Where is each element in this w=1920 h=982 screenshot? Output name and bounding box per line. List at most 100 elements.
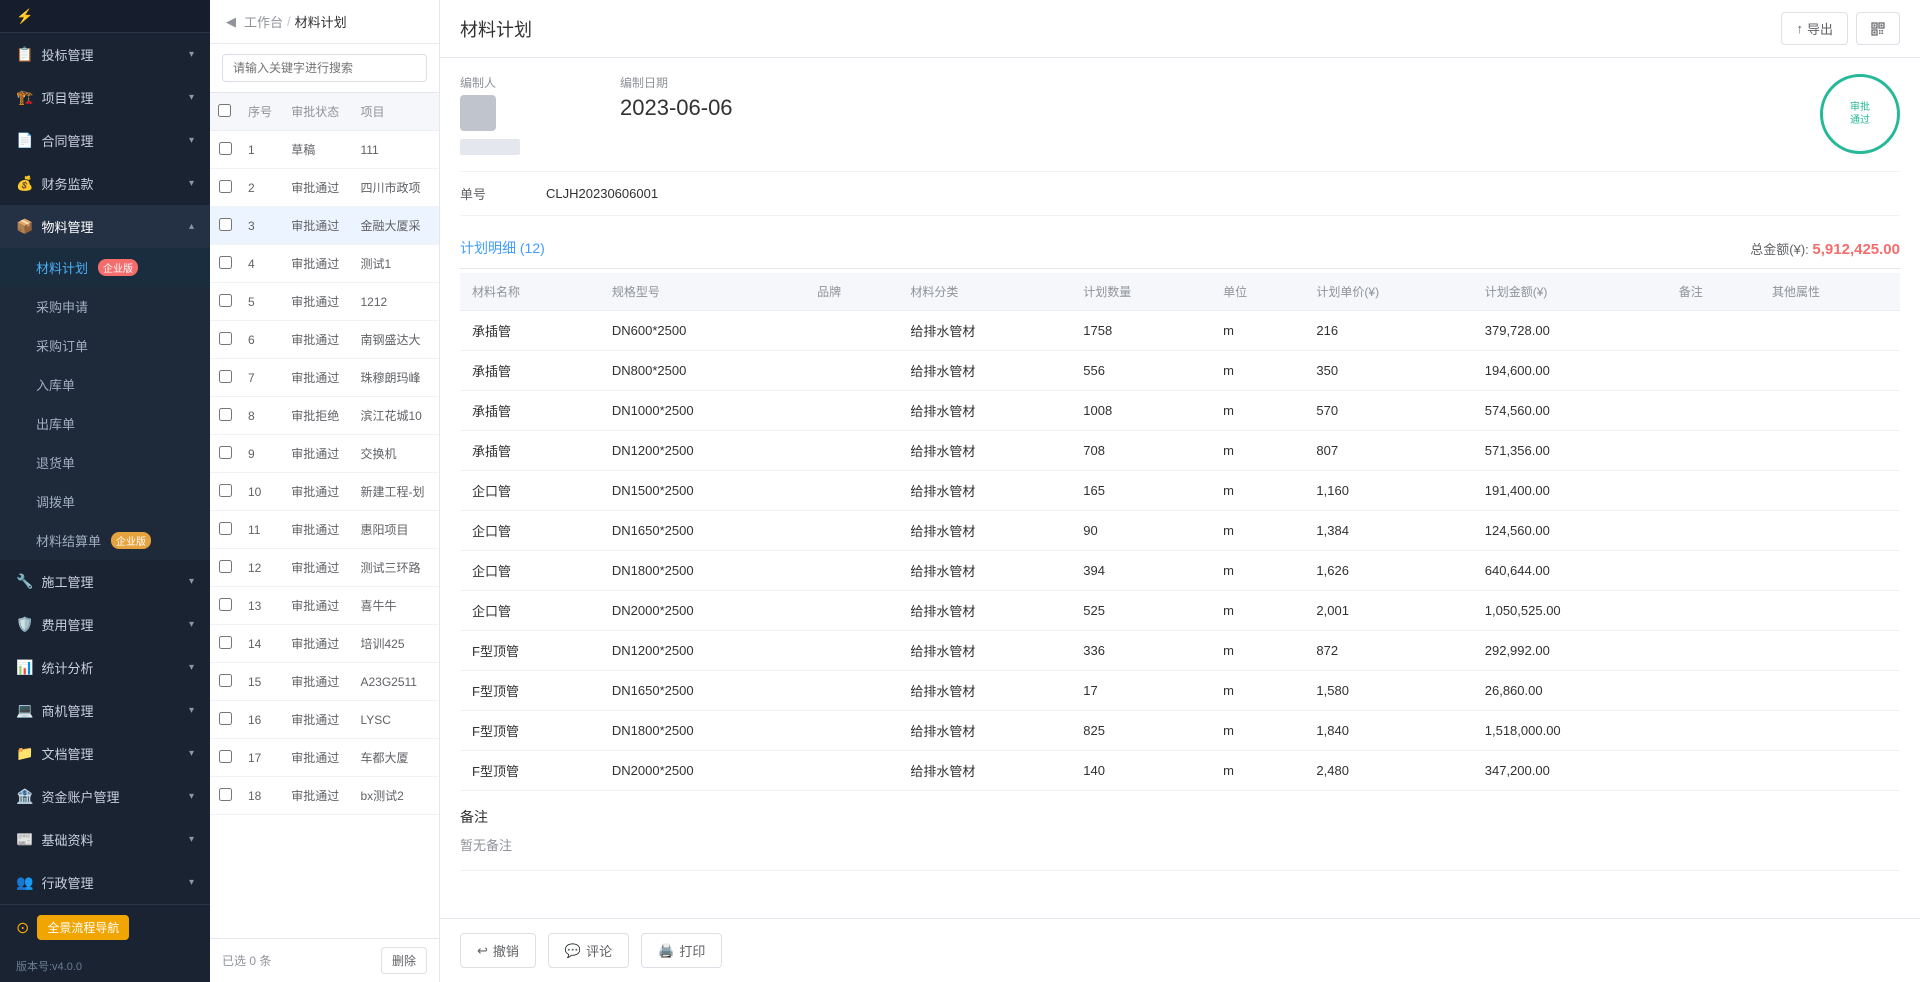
row-checkbox[interactable] [219, 712, 232, 725]
list-item[interactable]: 10 审批通过 新建工程-划 [210, 473, 439, 511]
list-item[interactable]: 13 审批通过 喜牛牛 [210, 587, 439, 625]
list-item[interactable]: 7 审批通过 珠穆朗玛峰 [210, 359, 439, 397]
list-item[interactable]: 11 审批通过 惠阳项目 [210, 511, 439, 549]
select-all-checkbox[interactable] [218, 104, 231, 117]
row-checkbox[interactable] [219, 408, 232, 421]
list-item[interactable]: 16 审批通过 LYSC [210, 701, 439, 739]
sidebar-item-bidding[interactable]: 📋 投标管理 ▾ [0, 33, 210, 76]
sidebar-item-purchase-order[interactable]: 采购订单 [0, 326, 210, 365]
sidebar-item-hr[interactable]: 👥 行政管理 ▾ [0, 861, 210, 904]
user-avatar [460, 95, 496, 131]
list-item[interactable]: 8 审批拒绝 滨江花城10 [210, 397, 439, 435]
print-button[interactable]: 🖨️ 打印 [641, 933, 722, 968]
row-checkbox[interactable] [219, 180, 232, 193]
list-item[interactable]: 1 草稿 111 [210, 131, 439, 169]
row-checkbox[interactable] [219, 788, 232, 801]
row-checkbox[interactable] [219, 142, 232, 155]
sidebar-item-stats[interactable]: 📊 统计分析 ▾ [0, 646, 210, 689]
sidebar-item-construction[interactable]: 🔧 施工管理 ▾ [0, 560, 210, 603]
row-project: 惠阳项目 [352, 511, 439, 549]
detail-col-header: 规格型号 [600, 273, 805, 311]
row-project: 1212 [352, 283, 439, 321]
row-checkbox[interactable] [219, 522, 232, 535]
chevron-down-icon: ▾ [189, 619, 194, 630]
list-item[interactable]: 12 审批通过 测试三环路 [210, 549, 439, 587]
content-area: ◀ 工作台 / 材料计划 序号 审批状态 [210, 0, 1920, 982]
row-checkbox[interactable] [219, 218, 232, 231]
sidebar-item-project[interactable]: 🏗️ 项目管理 ▾ [0, 76, 210, 119]
sidebar-item-expense[interactable]: 🛡️ 费用管理 ▾ [0, 603, 210, 646]
row-checkbox[interactable] [219, 446, 232, 459]
date-field: 编制日期 2023-06-06 [620, 74, 733, 121]
chevron-down-icon: ▾ [189, 877, 194, 888]
col-project: 项目 [352, 93, 439, 131]
row-id: 3 [240, 207, 283, 245]
list-item[interactable]: 14 审批通过 培训425 [210, 625, 439, 663]
comment-button[interactable]: 💬 评论 [548, 933, 629, 968]
row-checkbox[interactable] [219, 484, 232, 497]
row-checkbox[interactable] [219, 332, 232, 345]
row-checkbox[interactable] [219, 636, 232, 649]
list-item[interactable]: 17 审批通过 车都大厦 [210, 739, 439, 777]
sidebar-item-material-plan[interactable]: 材料计划 企业版 [0, 248, 210, 287]
order-no-value: CLJH20230606001 [546, 186, 658, 201]
sidebar-item-docs[interactable]: 📁 文档管理 ▾ [0, 732, 210, 775]
row-checkbox[interactable] [219, 674, 232, 687]
list-footer: 已选 0 条 删除 [210, 938, 439, 982]
list-item[interactable]: 5 审批通过 1212 [210, 283, 439, 321]
sidebar-item-finance[interactable]: 💰 财务监款 ▾ [0, 162, 210, 205]
chevron-down-icon: ▾ [189, 791, 194, 802]
list-item[interactable]: 15 审批通过 A23G2511 [210, 663, 439, 701]
sidebar-item-stock-out[interactable]: 出库单 [0, 404, 210, 443]
list-item[interactable]: 18 审批通过 bx测试2 [210, 777, 439, 815]
sidebar-item-contract[interactable]: 📄 合同管理 ▾ [0, 119, 210, 162]
row-id: 18 [240, 777, 283, 815]
sidebar-item-purchase-apply[interactable]: 采购申请 [0, 287, 210, 326]
row-project: bx测试2 [352, 777, 439, 815]
collapse-icon[interactable]: ◀ [226, 14, 236, 30]
row-project: 交换机 [352, 435, 439, 473]
row-checkbox[interactable] [219, 750, 232, 763]
search-box [210, 44, 439, 93]
enterprise-badge: 企业版 [98, 259, 138, 276]
row-id: 6 [240, 321, 283, 359]
list-item[interactable]: 6 审批通过 南钢盛达大 [210, 321, 439, 359]
print-icon: 🖨️ [658, 943, 674, 959]
row-project: 金融大厦采 [352, 207, 439, 245]
list-item[interactable]: 2 审批通过 四川市政项 [210, 169, 439, 207]
sidebar-item-basic[interactable]: 📰 基础资料 ▾ [0, 818, 210, 861]
row-checkbox[interactable] [219, 294, 232, 307]
row-checkbox[interactable] [219, 370, 232, 383]
row-checkbox[interactable] [219, 560, 232, 573]
row-project: 四川市政项 [352, 169, 439, 207]
row-id: 8 [240, 397, 283, 435]
row-status: 审批通过 [283, 283, 352, 321]
row-project: 111 [352, 131, 439, 169]
sidebar-item-accounts[interactable]: 🏦 资金账户管理 ▾ [0, 775, 210, 818]
comment-icon: 💬 [565, 943, 581, 959]
search-input[interactable] [222, 54, 427, 82]
total-amount: 5,912,425.00 [1812, 241, 1900, 258]
sidebar-item-computer[interactable]: 💻 商机管理 ▾ [0, 689, 210, 732]
delete-button[interactable]: 删除 [381, 947, 427, 974]
row-project: 测试三环路 [352, 549, 439, 587]
row-checkbox[interactable] [219, 256, 232, 269]
row-status: 审批通过 [283, 207, 352, 245]
cancel-button[interactable]: ↩ 撤销 [460, 933, 536, 968]
detail-row: 企口管 DN1500*2500 给排水管材 165 m 1,160 191,40… [460, 471, 1900, 511]
list-item[interactable]: 3 审批通过 金融大厦采 [210, 207, 439, 245]
list-item[interactable]: 9 审批通过 交换机 [210, 435, 439, 473]
sidebar-item-material-settle[interactable]: 材料结算单 企业版 [0, 521, 210, 560]
sidebar-item-stock-in[interactable]: 入库单 [0, 365, 210, 404]
nav-button[interactable]: 全景流程导航 [37, 915, 129, 940]
sidebar-logo: ⚡ [16, 8, 33, 25]
row-project: 珠穆朗玛峰 [352, 359, 439, 397]
list-item[interactable]: 4 审批通过 测试1 [210, 245, 439, 283]
qr-button[interactable] [1856, 12, 1900, 45]
detail-row: 承插管 DN1000*2500 给排水管材 1008 m 570 574,560… [460, 391, 1900, 431]
export-button[interactable]: ↑ 导出 [1781, 12, 1848, 45]
sidebar-item-return[interactable]: 退货单 [0, 443, 210, 482]
row-checkbox[interactable] [219, 598, 232, 611]
sidebar-item-material[interactable]: 📦 物料管理 ▴ [0, 205, 210, 248]
sidebar-item-adjust[interactable]: 调拨单 [0, 482, 210, 521]
